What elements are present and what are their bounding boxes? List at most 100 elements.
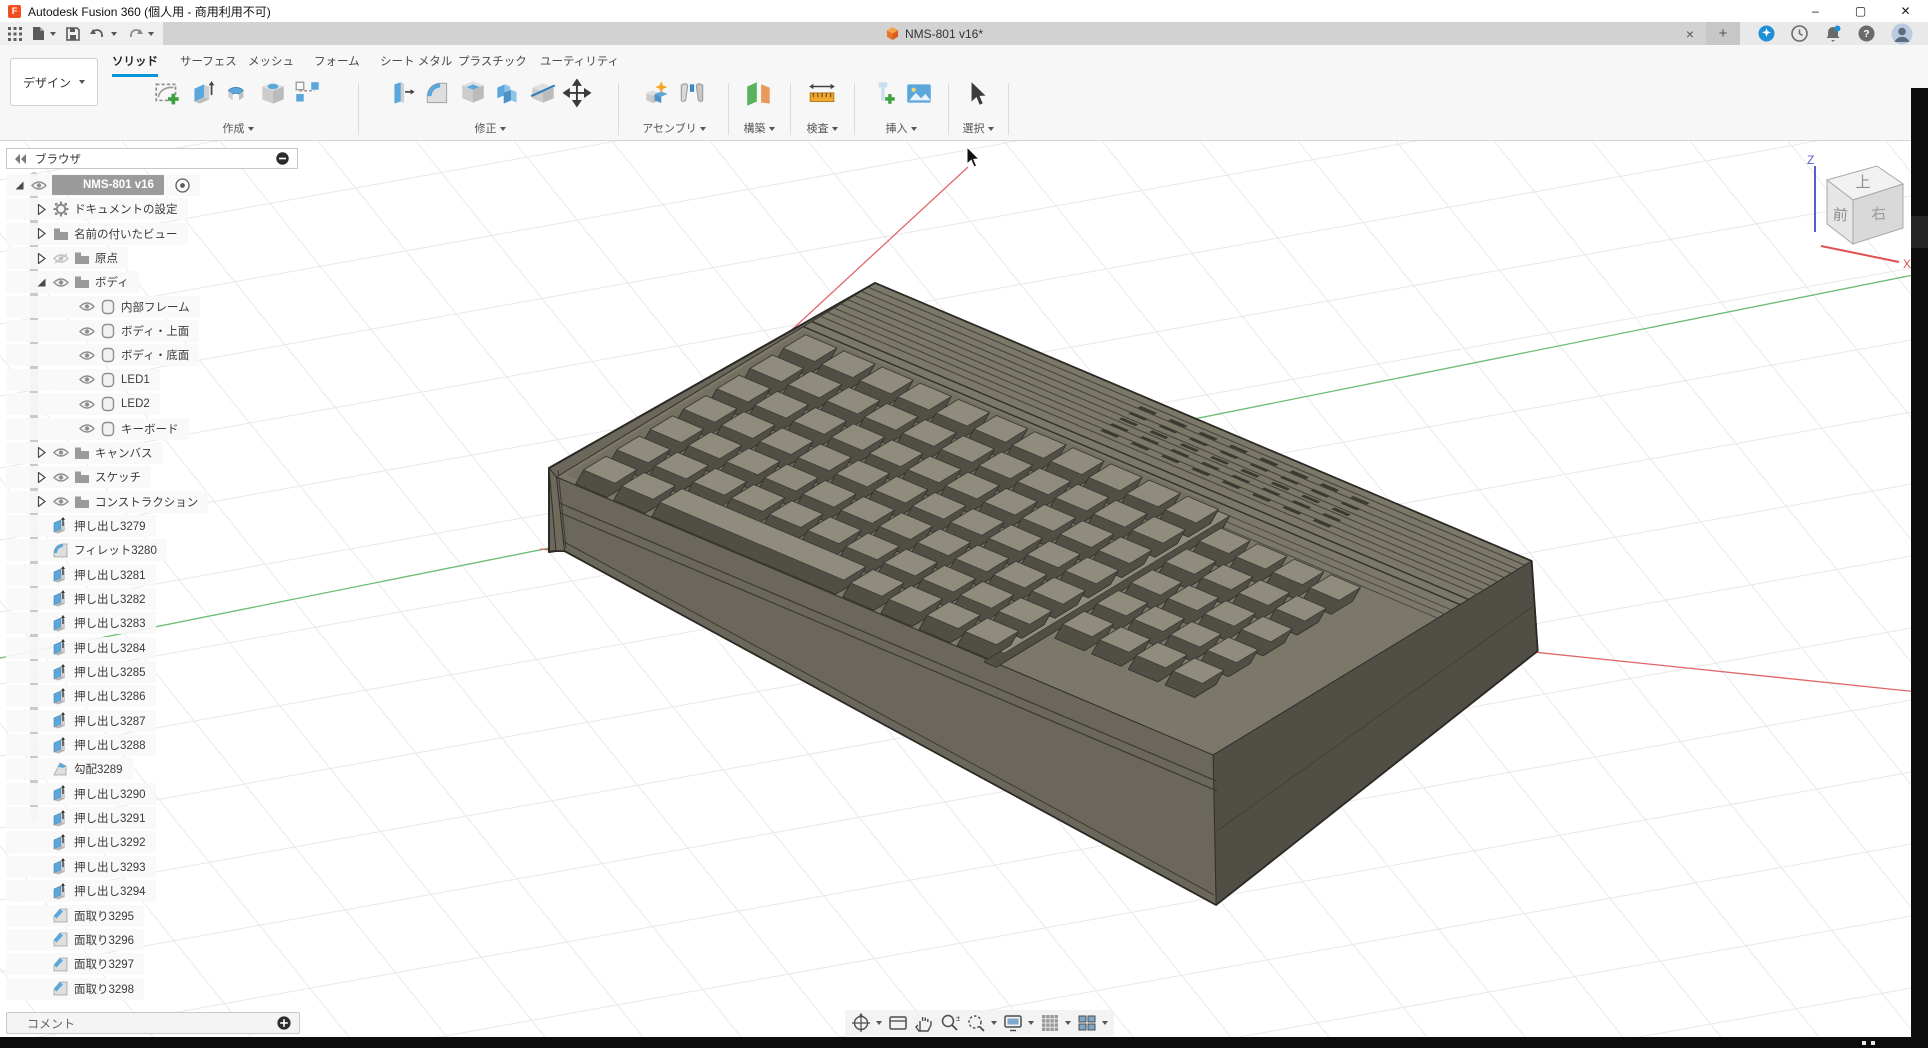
pattern-icon[interactable] bbox=[293, 79, 323, 114]
insert-mesh-icon[interactable] bbox=[869, 79, 899, 114]
ribbon-group-label[interactable]: 構築 bbox=[732, 120, 786, 136]
ribbon-tab-4[interactable]: シート メタル bbox=[380, 53, 452, 69]
create-sketch-icon[interactable] bbox=[153, 79, 183, 114]
timeline-feature-3[interactable]: 押し出し3282 bbox=[6, 588, 156, 610]
expander-icon[interactable] bbox=[36, 204, 48, 215]
notifications-bell-icon[interactable] bbox=[1824, 25, 1842, 43]
timeline-feature-11[interactable]: 押し出し3290 bbox=[6, 783, 156, 805]
visibility-eye-icon[interactable] bbox=[79, 301, 95, 312]
shell-icon[interactable] bbox=[458, 79, 488, 114]
move-icon[interactable] bbox=[563, 79, 593, 114]
expander-icon[interactable] bbox=[36, 228, 48, 239]
extrude-icon[interactable] bbox=[188, 79, 218, 114]
browser-tree-item-4[interactable]: ボディ bbox=[6, 271, 139, 293]
timeline-feature-13[interactable]: 押し出し3292 bbox=[6, 831, 156, 853]
browser-tree-item-2[interactable]: 名前の付いたビュー bbox=[6, 223, 188, 245]
avatar[interactable] bbox=[1891, 23, 1913, 45]
file-menu-icon[interactable] bbox=[32, 26, 56, 41]
help-icon[interactable]: ? bbox=[1858, 25, 1875, 42]
construction-plane-icon[interactable] bbox=[744, 79, 774, 114]
expander-icon[interactable] bbox=[36, 277, 48, 288]
timeline-feature-5[interactable]: 押し出し3284 bbox=[6, 637, 156, 659]
ribbon-group-label[interactable]: 修正 bbox=[366, 120, 614, 136]
workspace-selector[interactable]: デザイン bbox=[10, 58, 98, 106]
close-button[interactable]: ✕ bbox=[1883, 0, 1928, 22]
browser-tree-item-9[interactable]: LED2 bbox=[6, 393, 160, 415]
timeline-feature-18[interactable]: 面取り3297 bbox=[6, 953, 144, 975]
insert-canvas-icon[interactable] bbox=[904, 79, 934, 114]
ribbon-tab-3[interactable]: フォーム bbox=[314, 53, 360, 69]
visibility-eye-icon[interactable] bbox=[53, 447, 69, 458]
expander-icon[interactable] bbox=[14, 180, 26, 191]
timeline-feature-0[interactable]: 押し出し3279 bbox=[6, 515, 156, 537]
browser-tree-item-5[interactable]: 内部フレーム bbox=[6, 296, 200, 318]
browser-tree-item-1[interactable]: ドキュメントの設定 bbox=[6, 198, 188, 220]
timeline-feature-6[interactable]: 押し出し3285 bbox=[6, 661, 156, 683]
visibility-eye-icon[interactable] bbox=[79, 350, 95, 361]
visibility-eye-icon[interactable] bbox=[53, 472, 69, 483]
expander-icon[interactable] bbox=[36, 253, 48, 264]
ribbon-tab-5[interactable]: プラスチック bbox=[458, 53, 527, 69]
keyboard-model-scene[interactable] bbox=[0, 141, 1928, 1037]
measure-icon[interactable] bbox=[807, 79, 837, 114]
visibility-eye-icon[interactable] bbox=[53, 253, 69, 264]
timeline-feature-4[interactable]: 押し出し3283 bbox=[6, 612, 156, 634]
timeline-feature-12[interactable]: 押し出し3291 bbox=[6, 807, 156, 829]
extensions-icon[interactable] bbox=[1758, 25, 1775, 42]
maximize-button[interactable]: ▢ bbox=[1838, 0, 1883, 22]
timeline-feature-17[interactable]: 面取り3296 bbox=[6, 929, 144, 951]
browser-tree-item-6[interactable]: ボディ・上面 bbox=[6, 320, 199, 342]
view-cube[interactable]: Z X 上 前 右 bbox=[1795, 150, 1923, 272]
combine-icon[interactable] bbox=[493, 79, 523, 114]
joint-icon[interactable] bbox=[677, 79, 707, 114]
browser-tree-item-12[interactable]: スケッチ bbox=[6, 466, 151, 488]
ribbon-group-label[interactable]: 作成 bbox=[118, 120, 358, 136]
3d-viewport[interactable] bbox=[0, 141, 1928, 1037]
visibility-eye-icon[interactable] bbox=[53, 496, 69, 507]
ribbon-tab-2[interactable]: メッシュ bbox=[248, 53, 294, 69]
visibility-eye-icon[interactable] bbox=[79, 326, 95, 337]
browser-tree-item-8[interactable]: LED1 bbox=[6, 369, 160, 391]
ribbon-tab-1[interactable]: サーフェス bbox=[180, 53, 237, 69]
display-settings-button[interactable] bbox=[1003, 1013, 1034, 1033]
zoom-button[interactable]: ± bbox=[940, 1013, 960, 1033]
viewports-button[interactable] bbox=[1077, 1013, 1108, 1033]
redo-icon[interactable] bbox=[127, 27, 154, 41]
timeline-feature-7[interactable]: 押し出し3286 bbox=[6, 685, 156, 707]
timeline-feature-9[interactable]: 押し出し3288 bbox=[6, 734, 156, 756]
app-grid-icon[interactable] bbox=[8, 27, 22, 41]
browser-tree-item-10[interactable]: キーボード bbox=[6, 418, 189, 440]
grid-settings-button[interactable] bbox=[1040, 1013, 1071, 1033]
ribbon-group-label[interactable]: 選択 bbox=[952, 120, 1004, 136]
hole-icon[interactable] bbox=[258, 79, 288, 114]
browser-panel-header[interactable]: ブラウザ bbox=[6, 148, 298, 169]
timeline-feature-19[interactable]: 面取り3298 bbox=[6, 978, 144, 1000]
ribbon-group-label[interactable]: アセンブリ bbox=[624, 120, 724, 136]
undo-icon[interactable] bbox=[90, 27, 117, 41]
timeline-feature-8[interactable]: 押し出し3287 bbox=[6, 710, 156, 732]
press-pull-icon[interactable] bbox=[388, 79, 418, 114]
minimize-button[interactable]: – bbox=[1793, 0, 1838, 22]
timeline-feature-10[interactable]: 勾配3289 bbox=[6, 758, 133, 780]
ribbon-tab-0[interactable]: ソリッド bbox=[112, 53, 158, 69]
fillet-icon[interactable] bbox=[423, 79, 453, 114]
remove-panel-icon[interactable] bbox=[276, 152, 289, 165]
orbit-button[interactable] bbox=[851, 1013, 882, 1033]
timeline-feature-1[interactable]: フィレット3280 bbox=[6, 539, 167, 561]
activate-radio-icon[interactable] bbox=[175, 178, 190, 193]
browser-tree-item-11[interactable]: キャンバス bbox=[6, 442, 163, 464]
new-tab-button[interactable]: + bbox=[1706, 22, 1740, 45]
revolve-icon[interactable] bbox=[223, 79, 253, 114]
ribbon-group-label[interactable]: 検査 bbox=[794, 120, 850, 136]
visibility-eye-icon[interactable] bbox=[79, 423, 95, 434]
document-tab[interactable]: NMS-801 v16* × bbox=[163, 22, 1706, 45]
save-icon[interactable] bbox=[66, 27, 80, 41]
job-status-clock-icon[interactable] bbox=[1791, 25, 1808, 42]
collapse-panel-icon[interactable] bbox=[15, 154, 27, 164]
expander-icon[interactable] bbox=[36, 496, 48, 507]
select-cursor-icon[interactable] bbox=[963, 79, 993, 114]
fit-button[interactable] bbox=[966, 1013, 997, 1033]
look-at-button[interactable] bbox=[888, 1013, 908, 1033]
timeline-feature-14[interactable]: 押し出し3293 bbox=[6, 856, 156, 878]
comment-input[interactable]: コメント bbox=[6, 1012, 300, 1034]
